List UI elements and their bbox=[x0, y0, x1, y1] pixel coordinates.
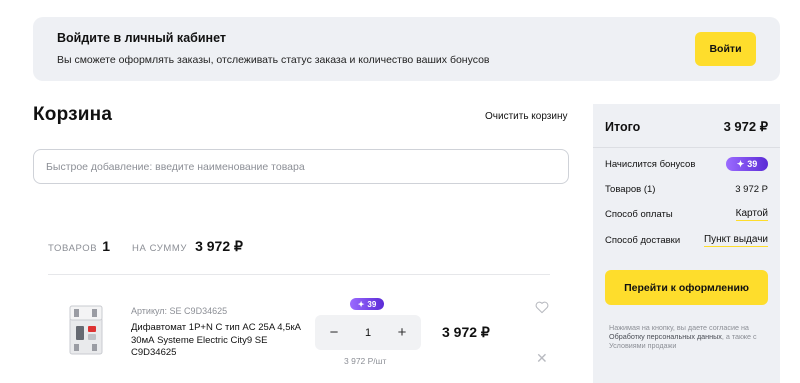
delivery-row: Способ доставки Пункт выдачи bbox=[605, 234, 768, 247]
payment-method-link[interactable]: Картой bbox=[735, 208, 768, 221]
quantity-stepper: − 1 + bbox=[315, 315, 421, 350]
consent-text: Нажимая на кнопку, вы даете согласие на … bbox=[609, 323, 769, 350]
clear-cart-link[interactable]: Очистить корзину bbox=[485, 111, 568, 122]
sum-label: НА СУММУ bbox=[131, 243, 188, 254]
sparkle-icon: ✦ bbox=[357, 299, 365, 309]
page-title: Корзина bbox=[33, 104, 113, 125]
checkout-button[interactable]: Перейти к оформлению bbox=[605, 270, 768, 305]
close-icon[interactable]: ✕ bbox=[536, 351, 548, 365]
heart-icon[interactable] bbox=[534, 299, 550, 315]
items-row: Товаров (1) 3 972 Р bbox=[605, 184, 768, 195]
bonus-badge: ✦ 39 bbox=[726, 157, 768, 171]
summary-divider bbox=[593, 147, 780, 148]
items-count-label: ТОВАРОВ bbox=[48, 243, 98, 254]
login-banner-subtitle: Вы сможете оформлять заказы, отслеживать… bbox=[57, 54, 490, 66]
product-image[interactable] bbox=[68, 304, 104, 356]
order-summary-panel: Итого 3 972 ₽ Начислится бонусов ✦ 39 То… bbox=[593, 104, 780, 383]
product-name[interactable]: Дифавтомат 1P+N C тип AC 25A 4,5кА 30мА … bbox=[131, 322, 306, 360]
sparkle-icon: ✦ bbox=[736, 158, 745, 169]
item-bonus-value: 39 bbox=[367, 299, 377, 309]
summary-title: Итого bbox=[605, 120, 641, 134]
quick-add-input[interactable] bbox=[33, 149, 569, 184]
bonus-row: Начислится бонусов ✦ 39 bbox=[605, 157, 768, 171]
summary-total: 3 972 ₽ bbox=[723, 119, 768, 134]
bonus-label: Начислится бонусов bbox=[605, 158, 696, 170]
items-label: Товаров (1) bbox=[605, 184, 656, 195]
sum-value: 3 972 ₽ bbox=[195, 238, 243, 254]
login-banner-title: Войдите в личный кабинет bbox=[57, 31, 227, 45]
items-value: 3 972 Р bbox=[735, 184, 768, 195]
divider bbox=[48, 274, 550, 275]
delivery-method-link[interactable]: Пункт выдачи bbox=[703, 234, 768, 247]
decrease-quantity-button[interactable]: − bbox=[327, 324, 341, 341]
payment-row: Способ оплаты Картой bbox=[605, 208, 768, 221]
item-price: 3 972 ₽ bbox=[442, 324, 490, 340]
privacy-policy-link[interactable]: Обработку персональных данных bbox=[609, 332, 722, 341]
increase-quantity-button[interactable]: + bbox=[395, 324, 409, 341]
bonus-value: 39 bbox=[747, 159, 758, 169]
payment-label: Способ оплаты bbox=[605, 209, 673, 220]
delivery-label: Способ доставки bbox=[605, 235, 681, 246]
items-count-value: 1 bbox=[102, 238, 110, 254]
item-bonus-badge: ✦ 39 bbox=[350, 298, 384, 310]
cart-summary-line: ТОВАРОВ 1 НА СУММУ 3 972 ₽ bbox=[48, 238, 243, 255]
product-sku: Артикул: SE C9D34625 bbox=[131, 306, 228, 316]
unit-price: 3 972 Р/шт bbox=[344, 356, 387, 366]
login-banner: Войдите в личный кабинет Вы сможете офор… bbox=[33, 17, 780, 81]
login-button[interactable]: Войти bbox=[695, 32, 756, 66]
consent-prefix: Нажимая на кнопку, вы даете согласие на bbox=[609, 323, 749, 332]
quantity-value[interactable]: 1 bbox=[365, 327, 371, 339]
